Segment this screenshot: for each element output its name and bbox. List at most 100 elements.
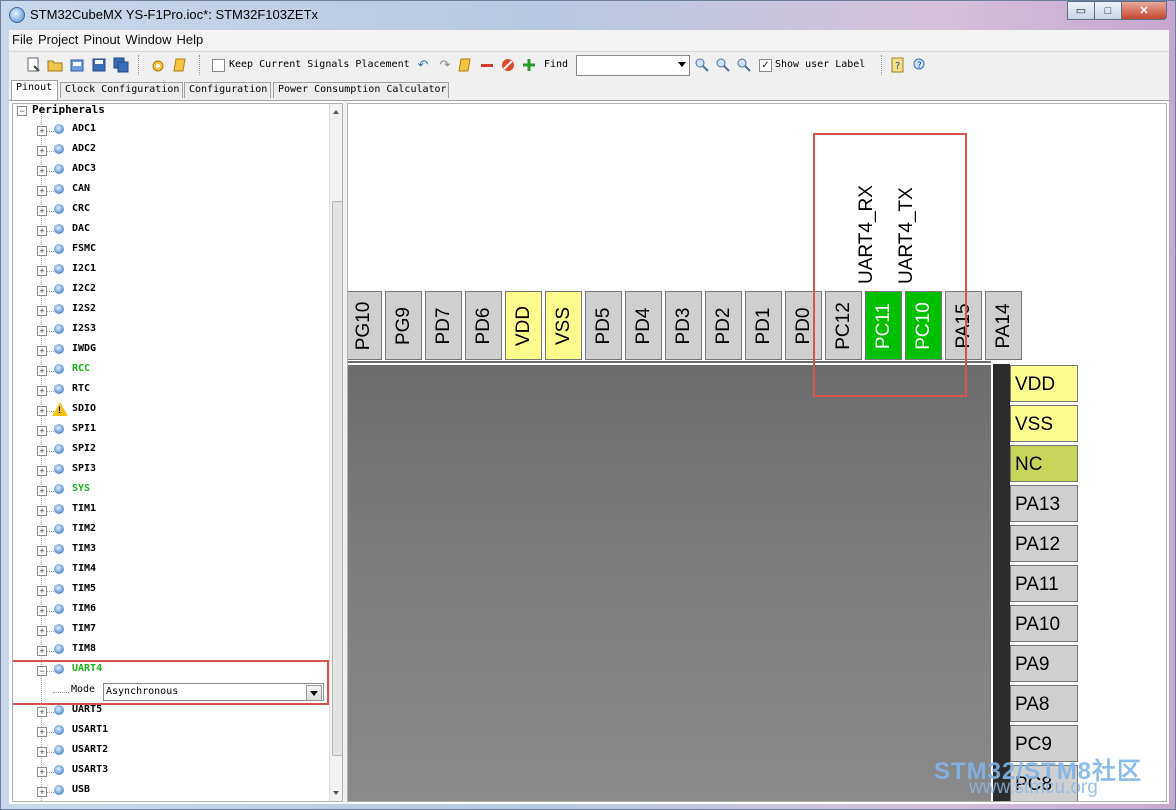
tree-item-spi2[interactable]: + SPI2 — [13, 441, 327, 461]
tree-scrollbar[interactable] — [329, 104, 342, 801]
tree-item-adc1[interactable]: + ADC1 — [13, 121, 327, 141]
open-file-icon[interactable] — [68, 56, 86, 74]
tree-item-tim2[interactable]: + TIM2 — [13, 521, 327, 541]
open-icon[interactable] — [46, 56, 64, 74]
menu-help[interactable]: Help — [174, 30, 206, 47]
pin-vdd[interactable]: VDD — [505, 291, 542, 360]
help-icon[interactable]: ? — [889, 56, 907, 74]
chip-view[interactable]: PG10 PG9 PD7 PD6 VDD VSS PD5 PD4 PD3 PD2 PD1 PD0 PC1… — [347, 103, 1167, 802]
tree-item-sys[interactable]: + SYS — [13, 481, 327, 501]
pin-pa8[interactable]: PA8 — [1010, 685, 1078, 722]
pin-pa13[interactable]: PA13 — [1010, 485, 1078, 522]
peripheral-icon — [54, 364, 64, 374]
generate-report-icon[interactable] — [172, 56, 190, 74]
save-as-icon[interactable] — [112, 56, 130, 74]
tree-connector — [46, 291, 54, 292]
add-icon[interactable] — [520, 56, 538, 74]
pin-pd5[interactable]: PD5 — [585, 291, 622, 360]
tree-item-tim4[interactable]: + TIM4 — [13, 561, 327, 581]
keep-signals-checkbox[interactable] — [212, 59, 225, 72]
pin-nc[interactable]: NC — [1010, 445, 1078, 482]
maximize-button[interactable]: □ — [1094, 1, 1122, 20]
tree-item-i2s2[interactable]: + I2S2 — [13, 301, 327, 321]
save-icon[interactable] — [90, 56, 108, 74]
tree-item-tim7[interactable]: + TIM7 — [13, 621, 327, 641]
tree-item-rtc[interactable]: + RTC — [13, 381, 327, 401]
menu-file[interactable]: File — [9, 30, 35, 47]
tree-item-sdio[interactable]: +! SDIO — [13, 401, 327, 421]
tab-power-consumption[interactable]: Power Consumption Calculator — [273, 82, 449, 98]
show-user-label-checkbox[interactable]: ✓ — [759, 59, 772, 72]
undo-icon[interactable]: ↶ — [414, 56, 432, 74]
menu-project[interactable]: Project — [35, 30, 80, 47]
pin-pg9[interactable]: PG9 — [385, 291, 422, 360]
tree-item-i2s3[interactable]: + I2S3 — [13, 321, 327, 341]
pin-pa14[interactable]: PA14 — [985, 291, 1022, 360]
tree-item-i2c2[interactable]: + I2C2 — [13, 281, 327, 301]
tree-item-uart5[interactable]: + UART5 — [13, 702, 327, 722]
clear-pinouts-icon[interactable] — [456, 56, 474, 74]
tab-configuration[interactable]: Configuration — [184, 82, 271, 98]
about-icon[interactable]: ? — [911, 56, 929, 74]
tree-item-rcc[interactable]: + RCC — [13, 361, 327, 381]
pin-pg10[interactable]: PG10 — [348, 291, 382, 360]
tree-item-tim6[interactable]: + TIM6 — [13, 601, 327, 621]
tree-item-adc2[interactable]: + ADC2 — [13, 141, 327, 161]
redo-icon[interactable]: ↷ — [436, 56, 454, 74]
pin-vss[interactable]: VSS — [545, 291, 582, 360]
disable-icon[interactable] — [499, 56, 517, 74]
pin-pd3[interactable]: PD3 — [665, 291, 702, 360]
tree-item-dac[interactable]: + DAC — [13, 221, 327, 241]
tree-item-can[interactable]: + CAN — [13, 181, 327, 201]
generate-code-icon[interactable] — [149, 56, 167, 74]
zoom-out-icon[interactable] — [714, 56, 732, 74]
tree-item-tim3[interactable]: + TIM3 — [13, 541, 327, 561]
new-project-icon[interactable] — [24, 56, 42, 74]
tree-connector — [46, 752, 54, 753]
scroll-down-icon[interactable] — [333, 791, 339, 795]
pin-pd1[interactable]: PD1 — [745, 291, 782, 360]
scroll-up-icon[interactable] — [333, 110, 339, 114]
zoom-fit-icon[interactable] — [735, 56, 753, 74]
pin-vdd[interactable]: VDD — [1010, 365, 1078, 402]
menu-pinout[interactable]: Pinout — [80, 30, 122, 47]
peripheral-icon — [54, 384, 64, 394]
collapse-icon[interactable]: − — [17, 106, 27, 116]
pin-pd7[interactable]: PD7 — [425, 291, 462, 360]
pin-pa9[interactable]: PA9 — [1010, 645, 1078, 682]
tree-item-usart1[interactable]: + USART1 — [13, 722, 327, 742]
tab-clock-configuration[interactable]: Clock Configuration — [60, 82, 183, 98]
tree-root-peripherals[interactable]: Peripherals — [32, 104, 105, 116]
pin-pa11[interactable]: PA11 — [1010, 565, 1078, 602]
tree-item-spi3[interactable]: + SPI3 — [13, 461, 327, 481]
tree-item-tim5[interactable]: + TIM5 — [13, 581, 327, 601]
close-button[interactable]: ✕ — [1121, 1, 1167, 20]
tree-item-tim8[interactable]: + TIM8 — [13, 641, 327, 661]
tree-item-spi1[interactable]: + SPI1 — [13, 421, 327, 441]
tree-item-fsmc[interactable]: + FSMC — [13, 241, 327, 261]
tree-item-iwdg[interactable]: + IWDG — [13, 341, 327, 361]
peripheral-icon — [54, 624, 64, 634]
tree-item-tim1[interactable]: + TIM1 — [13, 501, 327, 521]
tree-item-usart2[interactable]: + USART2 — [13, 742, 327, 762]
find-combobox[interactable] — [576, 55, 690, 76]
scrollbar-thumb[interactable] — [332, 201, 342, 756]
tree-item-adc3[interactable]: + ADC3 — [13, 161, 327, 181]
tree-item-i2c1[interactable]: + I2C1 — [13, 261, 327, 281]
tree-item-usb[interactable]: + USB — [13, 782, 327, 801]
remove-icon[interactable] — [478, 56, 496, 74]
pin-pd4[interactable]: PD4 — [625, 291, 662, 360]
minimize-button[interactable]: ▭ — [1067, 1, 1095, 20]
pin-pa12[interactable]: PA12 — [1010, 525, 1078, 562]
tree-item-usart3[interactable]: + USART3 — [13, 762, 327, 782]
chip-edge — [348, 363, 995, 801]
menu-window[interactable]: Window — [122, 30, 173, 47]
tab-pinout[interactable]: Pinout — [11, 80, 58, 100]
tree-item-label: FSMC — [72, 243, 97, 254]
tree-item-crc[interactable]: + CRC — [13, 201, 327, 221]
pin-pd6[interactable]: PD6 — [465, 291, 502, 360]
zoom-in-icon[interactable] — [693, 56, 711, 74]
pin-vss[interactable]: VSS — [1010, 405, 1078, 442]
pin-pd2[interactable]: PD2 — [705, 291, 742, 360]
pin-pa10[interactable]: PA10 — [1010, 605, 1078, 642]
